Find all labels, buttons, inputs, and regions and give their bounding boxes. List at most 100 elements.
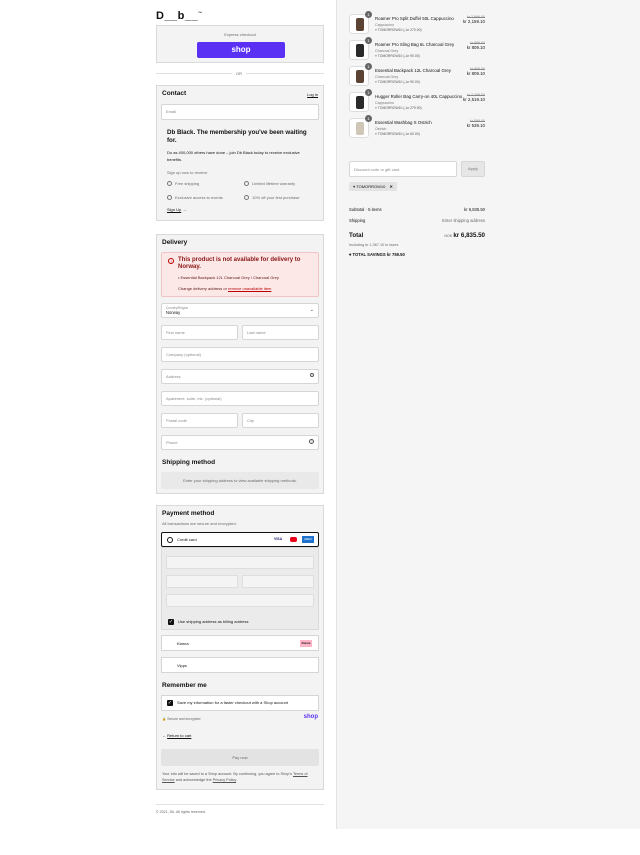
vipps-option[interactable]: Vipps: [161, 657, 319, 673]
email-field[interactable]: Email: [161, 104, 319, 120]
brand-logo[interactable]: D__b__™: [156, 10, 203, 22]
payment-subtitle: All transactions are secure and encrypte…: [162, 521, 237, 526]
taxes-note: Including kr 1,367.10 in taxes: [349, 243, 399, 247]
applied-discount-tag: ⌖ TOMORROW10 ✕: [349, 182, 397, 191]
save-info-option[interactable]: ✓ Save my information for a faster checko…: [161, 695, 319, 711]
product-discount: ⌖ TOMORROW10 (–kr 90.00): [375, 54, 420, 58]
city-field[interactable]: City: [242, 413, 319, 428]
signup-link[interactable]: Sign Up →: [167, 207, 186, 212]
product-price: kr 2,999.00 kr 2,159.10: [463, 15, 485, 24]
cart-line-item: 1 Roamer Pro Split Duffel 50L Cappuccino C…: [349, 11, 485, 36]
product-name: Essential Backpack 12L Charcoal Grey: [375, 68, 451, 73]
error-icon: !: [168, 258, 174, 264]
security-code-field[interactable]: [242, 575, 314, 588]
product-variant: Charcoal Grey: [375, 49, 399, 53]
chevron-down-icon: ⌄: [309, 307, 314, 313]
quantity-badge: 1: [365, 63, 372, 70]
card-number-field[interactable]: [166, 556, 314, 569]
shop-pay-button[interactable]: shop: [197, 42, 285, 58]
arrow-right-icon: →: [182, 207, 187, 212]
total-savings: ⌖ TOTAL SAVINGS kr 759.50: [349, 252, 405, 257]
radio-selected[interactable]: [167, 537, 173, 543]
pay-now-button[interactable]: Pay now: [161, 749, 319, 766]
delivery-title: Delivery: [162, 239, 188, 246]
brand-logo-text: D__b__: [156, 10, 199, 22]
mastercard-icon: [290, 537, 297, 542]
product-variant: Charcoal Grey: [375, 75, 399, 79]
name-on-card-field[interactable]: [166, 594, 314, 607]
percent-icon: [244, 195, 249, 201]
cart-line-item: 1 Essential Washbag S Ostrich Ostrich ⌖ TOM…: [349, 115, 485, 140]
remember-me-title: Remember me: [162, 682, 207, 689]
shipping-method-title: Shipping method: [162, 459, 216, 466]
apartment-field[interactable]: Apartment, suite, etc. (optional): [161, 391, 319, 406]
truck-icon: [167, 181, 172, 187]
product-price: kr 899.00 kr 809.10: [466, 67, 485, 76]
postal-code-field[interactable]: Postal code: [161, 413, 238, 428]
product-price: kr 2,799.00 kr 2,519.10: [463, 93, 485, 102]
quantity-badge: 1: [365, 11, 372, 18]
quantity-badge: 1: [365, 37, 372, 44]
secure-note: 🔒 Secure and encrypted: [162, 717, 201, 721]
cart-line-item: 1 Roamer Pro Sling Bag 6L Charcoal Grey Ch…: [349, 37, 485, 62]
card-fields-panel: ✓ Use shipping address as billing address: [161, 547, 319, 630]
klarna-icon: Klarna: [300, 640, 312, 647]
product-name: Hugger Roller Bag Carry-on 40L Cappuccin…: [375, 94, 463, 99]
credit-card-option[interactable]: Credit card VISA AMEX: [161, 532, 319, 547]
membership-text: Do as 400,000 others have done – join Db…: [167, 150, 300, 162]
delivery-section: Delivery ! This product is not available…: [156, 234, 324, 494]
cart-line-item: 1 Essential Backpack 12L Charcoal Grey Cha…: [349, 63, 485, 88]
benefit-warranty: Limited lifetime warranty: [244, 181, 295, 187]
address-field[interactable]: Address: [161, 369, 319, 384]
apply-button[interactable]: Apply: [461, 161, 485, 177]
expiry-field[interactable]: [166, 575, 238, 588]
payment-section: Payment method All transactions are secu…: [156, 505, 324, 790]
subtotal-row: Subtotal · 5 items kr 6,835.50: [349, 207, 485, 212]
tag-icon: ⌖: [353, 184, 356, 189]
or-label: OR: [232, 71, 246, 76]
phone-field[interactable]: Phone ?: [161, 435, 319, 450]
shop-logo: shop: [303, 714, 318, 720]
contact-section: Contact Log in Email Db Black. The membe…: [156, 85, 324, 221]
privacy-link[interactable]: Privacy Policy: [213, 778, 236, 782]
cart-line-item: 1 Hugger Roller Bag Carry-on 40L Cappucci…: [349, 89, 485, 114]
checkmark-icon: ✓: [167, 700, 173, 706]
product-price: kr 599.00 kr 539.10: [466, 119, 485, 128]
error-title: This product is not available for delive…: [178, 257, 301, 270]
billing-same-checkbox[interactable]: ✓ Use shipping address as billing address: [168, 619, 248, 625]
visa-icon: VISA: [274, 537, 283, 541]
first-name-field[interactable]: First name: [161, 325, 238, 340]
country-select[interactable]: Country/Region Norway ⌄: [161, 303, 319, 318]
product-discount: ⌖ TOMORROW10 (–kr 270.00): [375, 28, 422, 32]
tag-icon: ⌖: [349, 252, 352, 257]
product-name: Essential Washbag S Ostrich: [375, 120, 432, 125]
lock-icon: 🔒: [162, 717, 167, 721]
checkmark-icon: ✓: [168, 619, 174, 625]
arrow-left-icon: ←: [162, 733, 166, 738]
close-icon[interactable]: ✕: [389, 184, 392, 189]
error-item: • Essential Backpack 12L Charcoal Grey /…: [178, 275, 279, 280]
product-name: Roamer Pro Sling Bag 6L Charcoal Grey: [375, 42, 455, 47]
remove-unavailable-link[interactable]: remove unavailable item: [228, 286, 271, 291]
login-link[interactable]: Log in: [307, 92, 318, 97]
membership-title: Db Black. The membership you've been wai…: [167, 129, 307, 144]
benefit-discount: 10% off your first purchase: [244, 195, 300, 201]
product-discount: ⌖ TOMORROW10 (–kr 90.00): [375, 80, 420, 84]
return-to-cart-link[interactable]: ← Return to cart: [162, 733, 191, 738]
klarna-option[interactable]: Klarna Klarna: [161, 635, 319, 651]
delivery-error-banner: ! This product is not available for deli…: [161, 252, 319, 297]
discount-code-field[interactable]: Discount code or gift card: [349, 161, 457, 177]
help-icon[interactable]: ?: [309, 439, 314, 444]
last-name-field[interactable]: Last name: [242, 325, 319, 340]
shipping-row: Shipping Enter shipping address: [349, 218, 485, 223]
star-icon: [167, 195, 172, 201]
express-checkout-label: Express checkout: [224, 32, 256, 37]
express-checkout: Express checkout shop: [156, 25, 324, 63]
product-variant: Cappuccino: [375, 101, 394, 105]
product-discount: ⌖ TOMORROW10 (–kr 60.00): [375, 132, 420, 136]
legal-text: Your info will be saved to a Shop accoun…: [162, 772, 308, 782]
contact-title: Contact: [162, 90, 187, 97]
product-name: Roamer Pro Split Duffel 50L Cappuccino: [375, 16, 454, 21]
quantity-badge: 1: [365, 115, 372, 122]
company-field[interactable]: Company (optional): [161, 347, 319, 362]
